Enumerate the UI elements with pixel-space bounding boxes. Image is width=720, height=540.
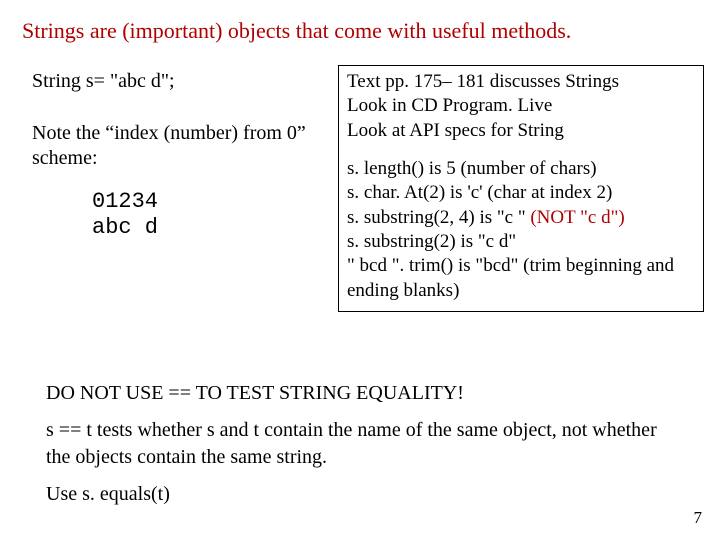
string-declaration: String s= "abc d";: [32, 70, 332, 93]
box-cd-program: Look in CD Program. Live: [347, 94, 695, 118]
equality-warning: DO NOT USE == TO TEST STRING EQUALITY!: [46, 380, 676, 407]
page-number: 7: [694, 508, 703, 528]
box-substring-2-4-main: s. substring(2, 4) is "c ": [347, 207, 530, 228]
box-substring-not: (NOT "c d"): [530, 207, 624, 228]
index-row-chars: abc d: [92, 215, 158, 240]
slide-title: Strings are (important) objects that com…: [0, 0, 720, 44]
info-box: Text pp. 175– 181 discusses Strings Look…: [338, 65, 704, 312]
equality-explain: s == t tests whether s and t contain the…: [46, 417, 676, 471]
left-column: String s= "abc d"; Note the “index (numb…: [32, 70, 332, 242]
box-substring-2-4: s. substring(2, 4) is "c " (NOT "c d"): [347, 206, 695, 230]
box-trim: " bcd ". trim() is "bcd" (trim beginning…: [347, 254, 695, 303]
box-length: s. length() is 5 (number of chars): [347, 157, 695, 181]
box-substring-2: s. substring(2) is "c d": [347, 230, 695, 254]
index-example: 01234 abc d: [32, 189, 332, 242]
bottom-section: DO NOT USE == TO TEST STRING EQUALITY! s…: [46, 380, 676, 508]
use-equals: Use s. equals(t): [46, 481, 676, 508]
box-api-specs: Look at API specs for String: [347, 119, 695, 143]
box-charat: s. char. At(2) is 'c' (char at index 2): [347, 181, 695, 205]
index-row-numbers: 01234: [92, 189, 158, 214]
box-text-pages: Text pp. 175– 181 discusses Strings: [347, 70, 695, 94]
index-note: Note the “index (number) from 0” scheme:: [32, 121, 332, 171]
